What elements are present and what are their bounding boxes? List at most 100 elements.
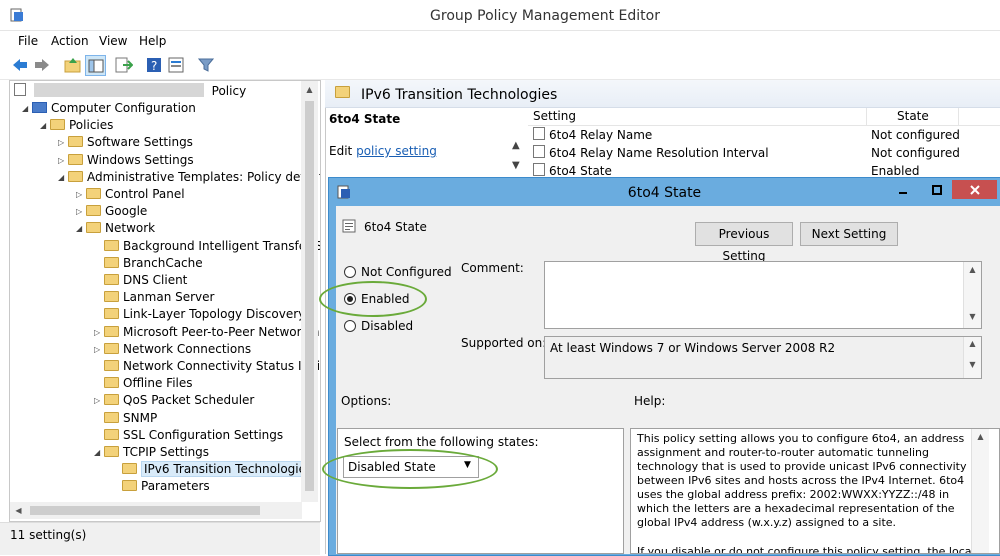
comment-field[interactable]: ▲ ▼ (544, 261, 982, 329)
help-scrollbar[interactable]: ▲ (971, 429, 989, 553)
tree-item[interactable]: ▷ Network Connections (94, 341, 251, 358)
tree-item-label: Network (105, 221, 156, 236)
tree-item[interactable]: ▷ Windows Settings (58, 152, 194, 169)
tree-item[interactable]: ▷ QoS Packet Scheduler (94, 392, 254, 409)
dialog-setting-name: 6to4 State (364, 220, 427, 234)
tree-item[interactable]: ◢ TCPIP Settings (94, 444, 209, 461)
column-setting[interactable]: Setting (533, 109, 576, 123)
up-folder-icon[interactable] (63, 55, 83, 75)
close-icon[interactable] (952, 180, 997, 199)
folder-icon (86, 188, 101, 199)
tree-item[interactable]: Background Intelligent Transfer Ser (94, 238, 320, 255)
comment-label: Comment: (461, 261, 524, 275)
tree-root[interactable]: Policy (14, 83, 246, 100)
setting-state: Not configured (871, 146, 960, 160)
comment-scrollbar[interactable]: ▲ ▼ (963, 262, 981, 328)
select-states-label: Select from the following states: (344, 435, 539, 449)
tree-item[interactable]: ▷ Microsoft Peer-to-Peer Networking (94, 324, 320, 341)
policy-setting-link[interactable]: policy setting (356, 144, 437, 158)
tree-item-label: Google (105, 204, 148, 219)
options-label: Options: (341, 394, 392, 408)
tree-item-label: Lanman Server (123, 290, 215, 305)
tree-item[interactable]: SNMP (94, 410, 157, 427)
options-panel: Select from the following states: Disabl… (337, 428, 624, 554)
radio-not-configured-label[interactable]: Not Configured (361, 265, 452, 279)
maximize-icon[interactable] (923, 180, 950, 199)
expand-icon[interactable]: ▷ (76, 203, 86, 220)
tree-item[interactable]: IPv6 Transition Technologies (112, 461, 316, 478)
tree-item[interactable]: Link-Layer Topology Discovery (94, 306, 305, 323)
setting-name: 6to4 Relay Name Resolution Interval (549, 146, 769, 160)
column-state[interactable]: State (897, 109, 929, 123)
menu-action[interactable]: Action (51, 34, 89, 48)
details-header-title: IPv6 Transition Technologies (361, 87, 558, 103)
tree-item[interactable]: Parameters (112, 478, 210, 495)
forward-icon[interactable] (32, 55, 52, 75)
tree-hscroll-thumb[interactable] (30, 506, 260, 515)
tree-pane: Policy ◢ Computer Configuration ◢ Policies ▷… (9, 80, 321, 522)
next-setting-button[interactable]: Next Setting (800, 222, 898, 246)
tree-item[interactable]: ◢ Policies (40, 117, 113, 134)
folder-icon (104, 446, 119, 457)
radio-disabled-label[interactable]: Disabled (361, 319, 413, 333)
scroll-left-icon[interactable]: ◀ (10, 502, 27, 519)
help-icon[interactable]: ? (144, 55, 164, 75)
expand-arrow-icon[interactable]: ▼ (512, 160, 526, 174)
tree-horizontal-scrollbar[interactable]: ◀ (10, 502, 302, 519)
scroll-up-icon[interactable]: ▲ (301, 81, 318, 98)
menu-help[interactable]: Help (139, 34, 166, 48)
properties-icon[interactable] (166, 55, 186, 75)
tree-item[interactable]: ◢ Network (76, 220, 155, 237)
expand-icon[interactable]: ▷ (94, 324, 104, 341)
export-list-icon[interactable] (114, 55, 134, 75)
tree-item[interactable]: ▷ Control Panel (76, 186, 185, 203)
expand-icon[interactable]: ▷ (76, 186, 86, 203)
tree-item[interactable]: ◢ Administrative Templates: Policy defini… (58, 169, 320, 186)
radio-not-configured[interactable] (344, 266, 356, 278)
tree-item[interactable]: BranchCache (94, 255, 203, 272)
tree-item[interactable]: Network Connectivity Status Indica (94, 358, 320, 375)
supported-scrollbar[interactable]: ▲ ▼ (963, 337, 981, 378)
tree-item[interactable]: ◢ Computer Configuration (22, 100, 196, 117)
folder-icon (68, 136, 83, 148)
collapse-icon[interactable]: ◢ (94, 444, 104, 461)
expand-icon[interactable]: ▷ (94, 392, 104, 409)
menu-file[interactable]: File (18, 34, 38, 48)
expand-icon[interactable]: ▷ (58, 134, 68, 151)
tree-item[interactable]: SSL Configuration Settings (94, 427, 283, 444)
collapse-icon[interactable]: ◢ (76, 220, 86, 237)
status-bar: 11 setting(s) (0, 522, 320, 555)
radio-disabled[interactable] (344, 320, 356, 332)
previous-setting-button[interactable]: Previous Setting (695, 222, 793, 263)
tree-item[interactable]: ▷ Google (76, 203, 147, 220)
tree-item[interactable]: DNS Client (94, 272, 187, 289)
tree-item[interactable]: ▷ Software Settings (58, 134, 193, 151)
collapse-icon[interactable]: ◢ (40, 117, 50, 134)
tree-item-label: DNS Client (123, 273, 188, 287)
supported-on-value: At least Windows 7 or Windows Server 200… (550, 341, 836, 355)
tree-item-label: IPv6 Transition Technologies (141, 461, 316, 478)
tree-item-label: Software Settings (87, 135, 193, 150)
tree-item[interactable]: Offline Files (94, 375, 193, 392)
collapse-icon[interactable]: ◢ (58, 169, 68, 186)
tree-vscroll-thumb[interactable] (305, 101, 314, 491)
minimize-icon[interactable] (889, 180, 916, 199)
settings-row[interactable]: 6to4 Relay Name Not configured (533, 126, 973, 144)
expand-icon[interactable]: ▷ (94, 341, 104, 358)
folder-icon (122, 463, 137, 475)
show-hide-tree-icon[interactable] (85, 55, 106, 76)
back-icon[interactable] (10, 55, 30, 75)
settings-row[interactable]: 6to4 Relay Name Resolution Interval Not c… (533, 144, 973, 162)
collapse-arrow-icon[interactable]: ▲ (512, 140, 526, 154)
expand-icon[interactable]: ▷ (58, 152, 68, 169)
supported-on-label: Supported on: (461, 336, 547, 350)
filter-icon[interactable] (196, 55, 216, 75)
collapse-icon[interactable]: ◢ (22, 100, 32, 117)
setting-doc-icon (533, 127, 545, 140)
settings-grid-header: Setting State (528, 108, 1000, 126)
computer-icon (32, 102, 47, 113)
tree-vertical-scrollbar[interactable]: ▲ (301, 81, 318, 502)
tree-item[interactable]: Lanman Server (94, 289, 214, 306)
folder-icon (104, 394, 119, 406)
menu-view[interactable]: View (99, 34, 127, 48)
